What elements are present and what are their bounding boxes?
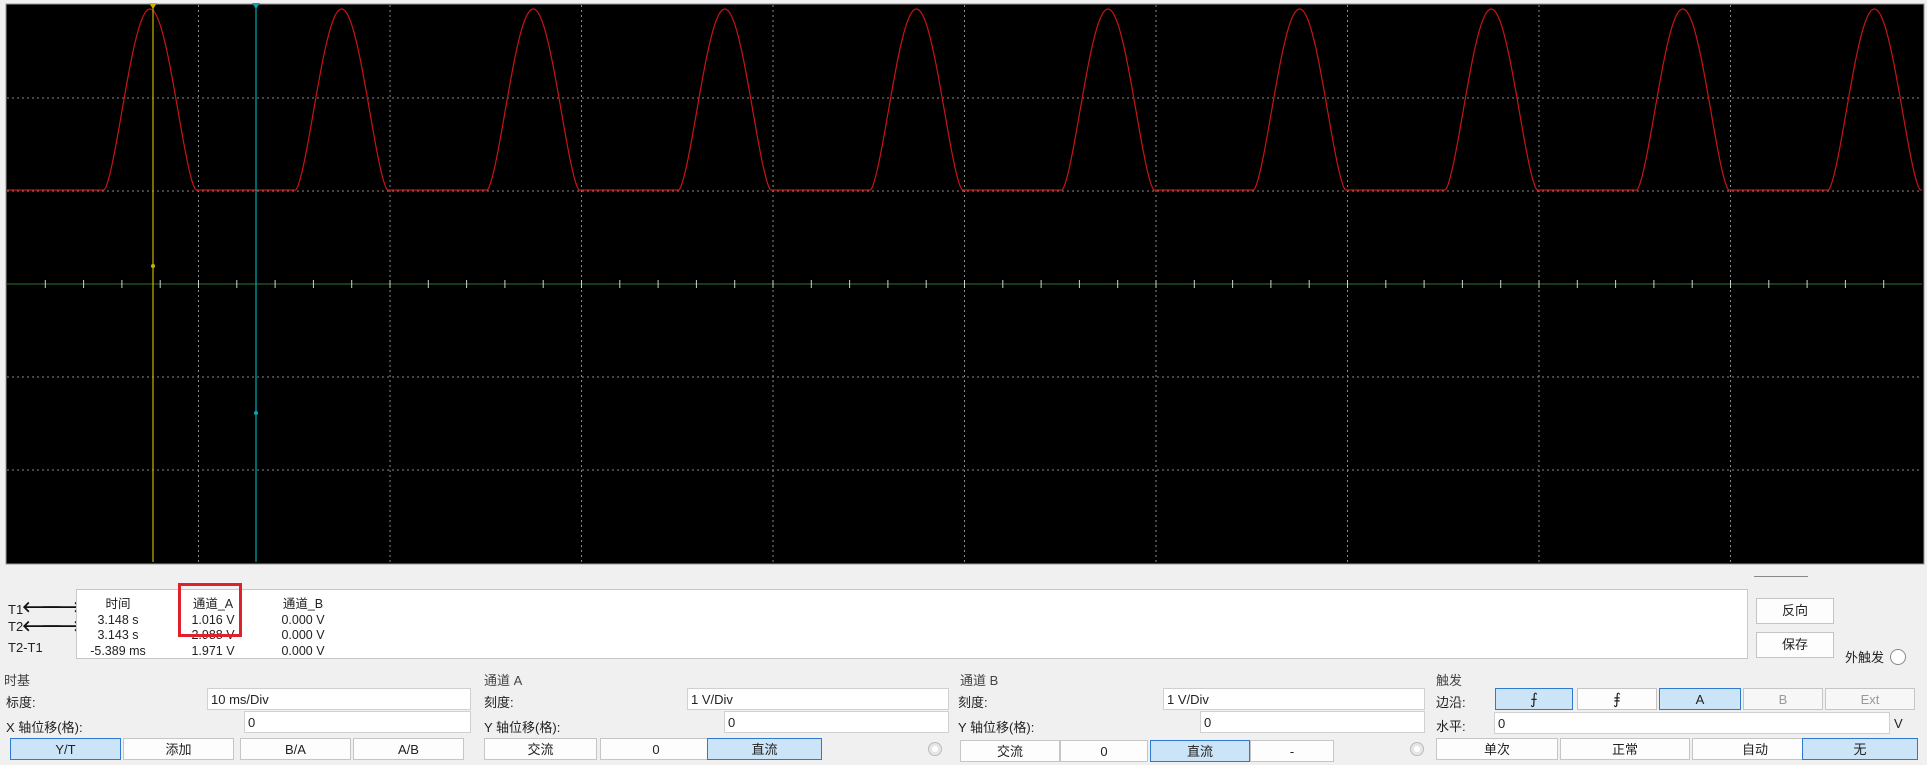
channel-a-y-offset-label: Y 轴位移(格): <box>484 720 561 735</box>
trigger-none-button[interactable]: 无 <box>1802 738 1918 760</box>
t1-right-arrow-icon[interactable]: 🡒 <box>42 600 82 615</box>
channel-b-ac-button[interactable]: 交流 <box>960 740 1060 762</box>
trigger-level-unit: V <box>1894 716 1903 731</box>
channel-a-scale-field[interactable]: 1 V/Div <box>687 688 949 710</box>
t1-time: 3.148 s <box>97 612 139 627</box>
cursor-readout-panel: T1 🡐 🡒 T2 🡐 🡒 T2-T1 时间 3.148 s 3.143 s -… <box>0 585 1927 663</box>
channel-a-title: 通道 A <box>484 673 523 688</box>
external-trigger-radio[interactable] <box>1890 649 1906 665</box>
trigger-edge-label: 边沿: <box>1436 695 1466 710</box>
channel-a-enable-radio[interactable] <box>928 742 942 756</box>
channel-a-panel: 通道 A 刻度: 1 V/Div Y 轴位移(格): 0 交流 0 直流 <box>480 668 955 765</box>
trigger-normal-button[interactable]: 正常 <box>1560 738 1690 760</box>
channel-b-minus-button[interactable]: - <box>1250 740 1334 762</box>
cursor-t1-marker <box>151 264 155 268</box>
channel-b-y-offset-field[interactable]: 0 <box>1200 711 1425 733</box>
t1-label: T1 <box>8 602 24 617</box>
channel-a-scale-label: 刻度: <box>484 695 514 710</box>
timebase-title: 时基 <box>4 673 31 688</box>
x-offset-field[interactable]: 0 <box>244 711 471 733</box>
t1-channel-b: 0.000 V <box>281 612 325 627</box>
oscilloscope-display[interactable] <box>0 0 1927 567</box>
t1-arrows: 🡐 🡒 <box>22 600 82 615</box>
x-offset-label: X 轴位移(格): <box>6 720 83 735</box>
time-header: 时间 <box>105 597 131 611</box>
timebase-scale-field[interactable]: 10 ms/Div <box>207 688 471 710</box>
divider-line <box>1754 576 1808 577</box>
channel-a-y-offset-field[interactable]: 0 <box>724 711 949 733</box>
channel-a-ac-button[interactable]: 交流 <box>484 738 597 760</box>
trigger-single-button[interactable]: 单次 <box>1436 738 1558 760</box>
time-column: 时间 3.148 s 3.143 s -5.389 ms <box>73 597 163 659</box>
timebase-scale-label: 标度: <box>6 695 36 710</box>
mode-add-button[interactable]: 添加 <box>123 738 234 760</box>
scope-screen[interactable] <box>0 0 1927 567</box>
channel-b-header: 通道_B <box>282 597 324 611</box>
mode-yt-button[interactable]: Y/T <box>10 738 121 760</box>
trigger-source-a-button[interactable]: A <box>1659 688 1741 710</box>
channel-b-scale-label: 刻度: <box>958 695 988 710</box>
trigger-title: 触发 <box>1436 673 1463 688</box>
t2-right-arrow-icon[interactable]: 🡒 <box>42 619 82 634</box>
save-button[interactable]: 保存 <box>1756 632 1834 658</box>
t2-label: T2 <box>8 619 24 634</box>
trigger-auto-button[interactable]: 自动 <box>1692 738 1818 760</box>
trigger-source-ext-button[interactable]: Ext <box>1825 688 1915 710</box>
channel-b-dc-button[interactable]: 直流 <box>1150 740 1250 762</box>
external-trigger-label: 外触发 <box>1845 650 1885 665</box>
trigger-level-field[interactable]: 0 <box>1494 712 1890 734</box>
channel-b-zero-button[interactable]: 0 <box>1060 740 1148 762</box>
diff-time: -5.389 ms <box>90 643 146 658</box>
t2-arrows: 🡐 🡒 <box>22 619 82 634</box>
trigger-source-b-button[interactable]: B <box>1743 688 1823 710</box>
trigger-level-label: 水平: <box>1436 719 1466 734</box>
timebase-panel: 时基 标度: 10 ms/Div X 轴位移(格): 0 Y/T 添加 B/A … <box>0 668 480 765</box>
diff-channel-b: 0.000 V <box>281 643 325 658</box>
cursor-t2-marker <box>254 411 258 415</box>
channel-b-column: 通道_B 0.000 V 0.000 V 0.000 V <box>258 597 348 659</box>
readout-table: 时间 3.148 s 3.143 s -5.389 ms 通道_A 1.016 … <box>76 589 1748 659</box>
channel-b-scale-field[interactable]: 1 V/Div <box>1163 688 1425 710</box>
falling-edge-button[interactable]: ⨎ <box>1577 688 1657 710</box>
channel-a-dc-button[interactable]: 直流 <box>707 738 822 760</box>
channel-a-zero-button[interactable]: 0 <box>600 738 712 760</box>
highlight-box <box>178 583 242 637</box>
t2-t1-label: T2-T1 <box>8 640 43 655</box>
channel-b-panel: 通道 B 刻度: 1 V/Div Y 轴位移(格): 0 交流 0 直流 - <box>956 668 1431 765</box>
t2-time: 3.143 s <box>97 628 139 642</box>
channel-b-y-offset-label: Y 轴位移(格): <box>958 720 1035 735</box>
rising-edge-button[interactable]: ⨍ <box>1495 688 1573 710</box>
diff-channel-a: 1.971 V <box>191 643 235 658</box>
trigger-panel: 触发 边沿: ⨍ ⨎ A B Ext 水平: 0 V 单次 正常 自动 无 <box>1432 668 1922 765</box>
reverse-button[interactable]: 反向 <box>1756 598 1834 624</box>
mode-ba-button[interactable]: B/A <box>240 738 351 760</box>
mode-ab-button[interactable]: A/B <box>353 738 464 760</box>
channel-b-enable-radio[interactable] <box>1410 742 1424 756</box>
channel-b-title: 通道 B <box>960 673 999 688</box>
t2-channel-b: 0.000 V <box>281 628 325 642</box>
